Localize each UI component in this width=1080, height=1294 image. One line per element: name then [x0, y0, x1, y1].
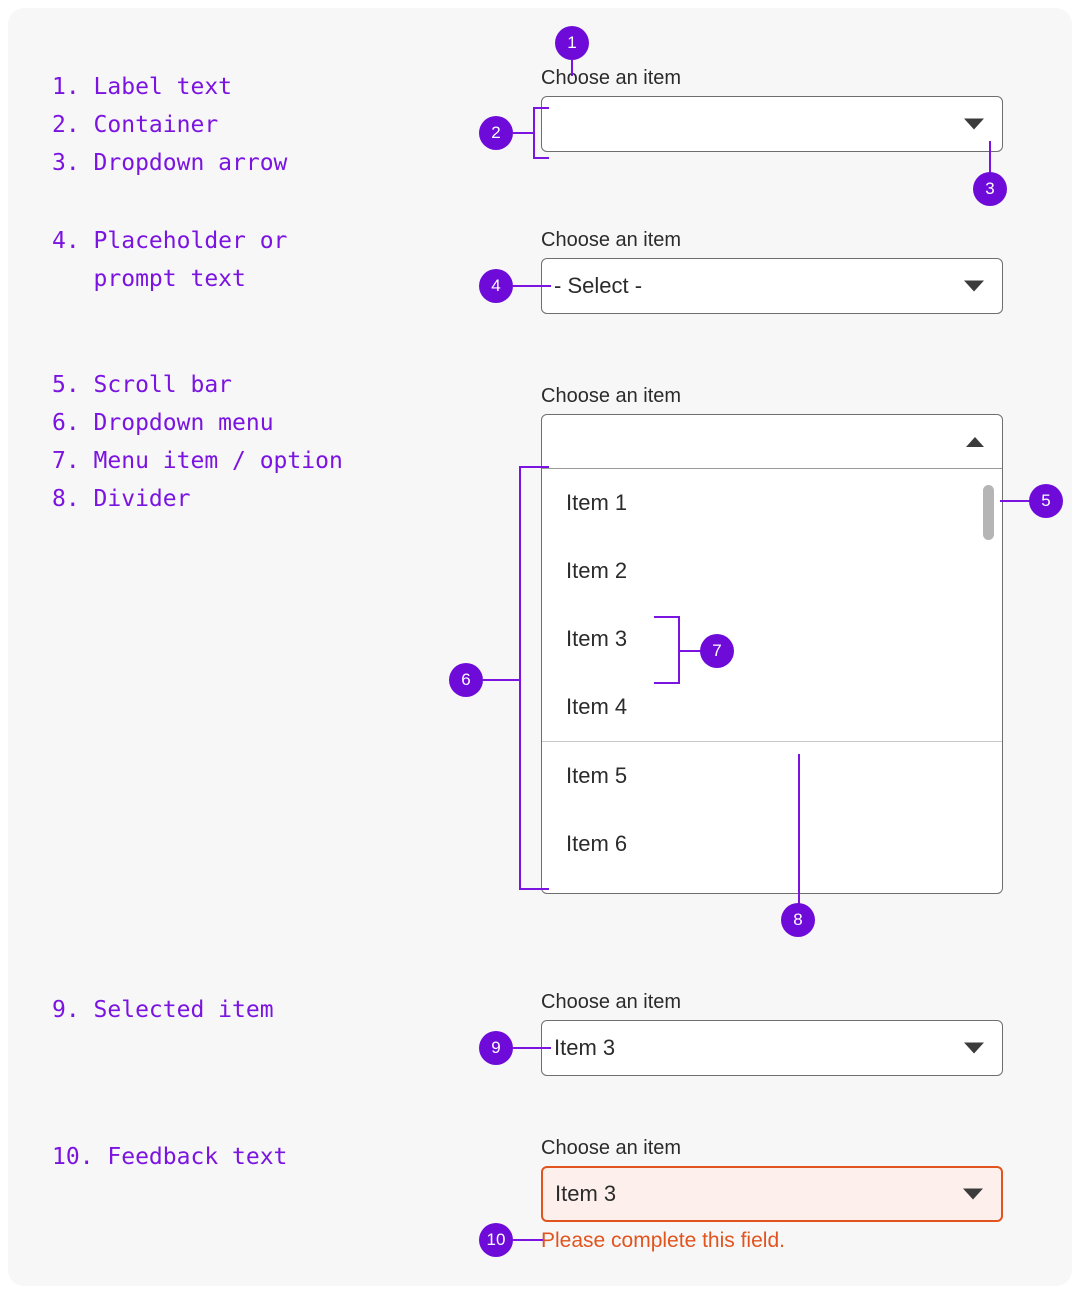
callout-badge-3: 3	[973, 172, 1007, 206]
field-label-feedback: Choose an item	[541, 1137, 682, 1159]
leader-line-5	[1000, 500, 1030, 502]
select-feedback[interactable]: Item 3	[541, 1166, 1003, 1222]
menu-item[interactable]: Item 3	[542, 605, 1002, 673]
leader-line-10	[513, 1239, 543, 1241]
field-group-selected: Choose an item Item 3	[541, 990, 1003, 1076]
callout-badge-10: 10	[479, 1223, 513, 1257]
leader-line-2b	[533, 107, 535, 159]
field-group-open: Choose an item Item 1 Item 2 Item 3 Item…	[541, 384, 1003, 894]
callout-badge-6: 6	[449, 663, 483, 697]
field-label-open: Choose an item	[541, 385, 682, 407]
leader-line-7d	[678, 650, 702, 652]
illustration-canvas: 1. Label text 2. Container 3. Dropdown a…	[8, 8, 1072, 1286]
callout-badge-2: 2	[479, 116, 513, 150]
leader-line-6b	[519, 466, 521, 890]
dropdown-menu-list[interactable]: Item 1 Item 2 Item 3 Item 4 Item 5 Item …	[542, 469, 1002, 893]
leader-line-2c	[533, 107, 549, 109]
menu-item[interactable]: Item 4	[542, 673, 1002, 741]
field-label-empty: Choose an item	[541, 67, 682, 89]
legend-block-3: 5. Scroll bar 6. Dropdown menu 7. Menu i…	[52, 372, 343, 512]
field-label-selected: Choose an item	[541, 991, 682, 1013]
leader-line-6a	[483, 679, 521, 681]
menu-item[interactable]: Item 1	[542, 469, 1002, 537]
legend-block-1: 1. Label text 2. Container 3. Dropdown a…	[52, 74, 288, 176]
leader-line-7b	[654, 616, 680, 618]
menu-item[interactable]: Item 2	[542, 537, 1002, 605]
leader-line-6c	[519, 466, 549, 468]
menu-item[interactable]: Item 6	[542, 810, 1002, 878]
leader-line-6d	[519, 888, 549, 890]
field-group-feedback: Choose an item Item 3 Please complete th…	[541, 1136, 1003, 1253]
leader-line-4	[513, 285, 551, 287]
select-open-trigger[interactable]	[542, 415, 1002, 469]
leader-line-8	[798, 754, 800, 904]
legend-block-5: 10. Feedback text	[52, 1144, 288, 1170]
legend-block-2: 4. Placeholder or prompt text	[52, 228, 288, 292]
menu-item[interactable]: Item 5	[542, 742, 1002, 810]
select-open-panel[interactable]: Item 1 Item 2 Item 3 Item 4 Item 5 Item …	[541, 414, 1003, 894]
caret-down-icon[interactable]	[964, 280, 984, 292]
callout-badge-8: 8	[781, 903, 815, 937]
callout-badge-5: 5	[1029, 484, 1063, 518]
scrollbar-thumb[interactable]	[983, 485, 994, 540]
select-placeholder-value: - Select -	[554, 273, 643, 298]
leader-line-2d	[533, 157, 549, 159]
field-group-placeholder: Choose an item - Select -	[541, 228, 1003, 314]
leader-line-9	[513, 1047, 551, 1049]
callout-badge-7: 7	[700, 634, 734, 668]
leader-line-1	[571, 60, 573, 76]
feedback-message: Please complete this field.	[541, 1229, 785, 1252]
select-placeholder[interactable]: - Select -	[541, 258, 1003, 314]
leader-line-2a	[513, 132, 535, 134]
caret-down-icon[interactable]	[964, 1042, 984, 1054]
select-selected[interactable]: Item 3	[541, 1020, 1003, 1076]
callout-badge-9: 9	[479, 1031, 513, 1065]
field-label-placeholder: Choose an item	[541, 229, 682, 251]
caret-down-icon[interactable]	[963, 1188, 983, 1200]
select-feedback-value: Item 3	[555, 1181, 617, 1206]
leader-line-7c	[654, 682, 680, 684]
field-group-empty: Choose an item	[541, 66, 1003, 152]
select-empty[interactable]	[541, 96, 1003, 152]
caret-up-icon[interactable]	[966, 436, 984, 447]
callout-badge-1: 1	[555, 26, 589, 60]
select-selected-value: Item 3	[554, 1035, 616, 1060]
caret-down-icon[interactable]	[964, 118, 984, 130]
callout-badge-4: 4	[479, 269, 513, 303]
legend-block-4: 9. Selected item	[52, 997, 274, 1023]
leader-line-3	[989, 141, 991, 173]
